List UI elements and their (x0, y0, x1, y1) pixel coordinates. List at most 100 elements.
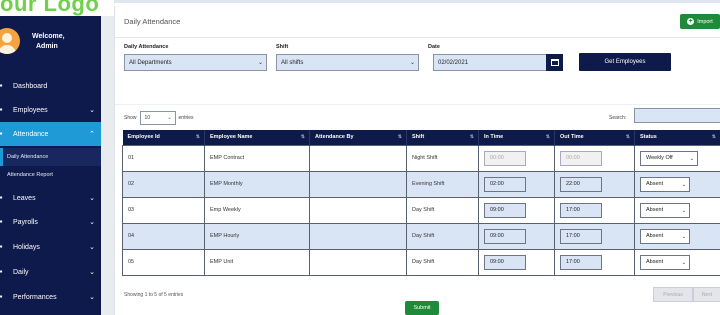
sidebar-item-daily[interactable]: ▪ Daily ⌄ (0, 260, 101, 284)
import-label: Import (697, 18, 713, 25)
table-row: 02 EMP Monthly Evening Shift 02:00 22:00… (122, 170, 720, 198)
submit-button[interactable]: Submit (405, 301, 439, 315)
sidebar-item-employees[interactable]: ▪ Employees ⌄ (0, 98, 101, 122)
in-time-cell: 09:00 (478, 222, 555, 250)
table-header-row: Employee Id ⇅ Employee Name ⇅ Attendance B… (122, 130, 720, 145)
pagination: Previous Next (653, 287, 720, 302)
department-select[interactable]: All Departments ⌄ (124, 54, 267, 71)
page-length-control: Show 10 ⌄ entries (124, 111, 194, 125)
leaves-icon: ▪ (0, 193, 3, 202)
sort-icon: ⇅ (469, 134, 474, 140)
page-length-select[interactable]: 10 ⌄ (139, 111, 176, 125)
sort-icon: ⇅ (711, 134, 716, 140)
daily-icon: ▪ (0, 267, 3, 276)
out-time-input[interactable]: 17:00 (560, 228, 602, 244)
out-time-cell: 00:00 (554, 144, 635, 172)
department-label: Daily Attendance (124, 44, 169, 50)
chevron-down-icon: ⌄ (681, 259, 686, 266)
attendance-icon: ▪ (0, 129, 3, 138)
divider (115, 104, 720, 105)
welcome-text: Welcome, (32, 33, 65, 40)
chevron-down-icon: ⌄ (681, 233, 686, 240)
sidebar-item-leaves[interactable]: ▪ Leaves ⌄ (0, 186, 101, 210)
out-time-input[interactable]: 22:00 (560, 176, 602, 192)
previous-button[interactable]: Previous (653, 287, 693, 302)
get-employees-button[interactable]: Get Employees (579, 53, 671, 71)
employee-name-cell: EMP Contract (204, 144, 310, 172)
chevron-down-icon: ⌄ (167, 115, 172, 121)
status-select[interactable]: Absent ⌄ (640, 176, 690, 192)
sidebar-item-performances[interactable]: ▪ Performances ⌄ (0, 285, 101, 309)
employee-id-cell: 03 (122, 196, 205, 224)
in-time-input[interactable]: 09:00 (484, 202, 526, 218)
page-title: Daily Attendance (124, 17, 181, 26)
subitem-label: Attendance Report (7, 172, 53, 178)
sidebar-item-label: Holidays (13, 243, 40, 251)
out-time-cell: 17:00 (554, 222, 635, 250)
sidebar-item-attendance[interactable]: ▪ Attendance ⌃ (0, 122, 101, 146)
status-cell: Absent ⌄ (634, 196, 720, 224)
in-time-input[interactable]: 09:00 (484, 228, 526, 244)
sidebar-item-dashboard[interactable]: ▪ Dashboard (0, 74, 101, 98)
shift-cell: Evening Shift (406, 170, 479, 198)
subitem-attendance-report[interactable]: Attendance Report (0, 166, 101, 184)
sidebar-item-holidays[interactable]: ▪ Holidays ⌄ (0, 235, 101, 259)
status-select[interactable]: Absent ⌄ (640, 228, 690, 244)
status-select[interactable]: Absent ⌄ (640, 202, 690, 218)
employee-name-cell: Emp Weekly (204, 196, 310, 224)
column-header-attendance-by[interactable]: Attendance By ⇅ (309, 130, 407, 145)
user-name: Admin (36, 43, 58, 50)
sort-icon: ⇅ (195, 134, 200, 140)
avatar[interactable] (0, 28, 20, 54)
employee-name-cell: EMP Hourly (204, 222, 310, 250)
out-time-cell: 17:00 (554, 196, 635, 224)
column-header-employee-id[interactable]: Employee Id ⇅ (122, 130, 205, 145)
employee-id-cell: 01 (122, 144, 205, 172)
chevron-up-icon: ⌃ (89, 131, 95, 138)
sort-icon: ⇅ (545, 134, 550, 140)
employee-id-cell: 02 (122, 170, 205, 198)
search-input[interactable] (634, 108, 720, 123)
status-value: Absent (646, 233, 664, 239)
chevron-down-icon: ⌄ (89, 107, 95, 114)
chevron-down-icon: ⌄ (89, 269, 95, 276)
sidebar-item-label: Dashboard (13, 82, 48, 90)
date-input[interactable]: 02/02/2021 (433, 54, 547, 71)
import-button[interactable]: + Import (680, 14, 720, 29)
column-header-shift[interactable]: Shift ⇅ (406, 130, 479, 145)
column-header-status[interactable]: Status ⇅ (634, 130, 720, 145)
sidebar-item-label: Employees (13, 106, 48, 114)
next-button[interactable]: Next (693, 287, 720, 302)
status-select[interactable]: Absent ⌄ (640, 254, 690, 270)
column-header-in-time[interactable]: In Time ⇅ (478, 130, 555, 145)
table-row: 05 EMP Unit Day Shift 09:00 17:00 Absent… (122, 248, 720, 276)
out-time-input[interactable]: 17:00 (560, 202, 602, 218)
attendance-table: Employee Id ⇅ Employee Name ⇅ Attendance B… (122, 130, 720, 276)
sort-icon: ⇅ (300, 134, 305, 140)
chevron-down-icon: ⌄ (89, 294, 95, 301)
logo[interactable]: our Logo (0, 0, 99, 17)
chevron-down-icon: ⌄ (681, 207, 686, 214)
status-select[interactable]: Weekly Off ⌄ (640, 150, 698, 166)
sidebar-item-label: Performances (13, 293, 57, 301)
table-info: Showing 1 to 5 of 5 entries (124, 292, 184, 298)
column-header-out-time[interactable]: Out Time ⇅ (554, 130, 635, 145)
employee-name-cell: EMP Monthly (204, 170, 310, 198)
shift-value: All shifts (281, 59, 304, 66)
in-time-input[interactable]: 09:00 (484, 254, 526, 270)
subitem-daily-attendance[interactable]: Daily Attendance (0, 148, 101, 166)
employee-id-cell: 05 (122, 248, 205, 276)
out-time-cell: 22:00 (554, 170, 635, 198)
plus-icon: + (687, 18, 695, 25)
subitem-label: Daily Attendance (7, 154, 49, 160)
sidebar-item-payrolls[interactable]: ▪ Payrolls ⌄ (0, 210, 101, 234)
column-header-employee-name[interactable]: Employee Name ⇅ (204, 130, 310, 145)
active-indicator (0, 148, 3, 166)
calendar-button[interactable] (546, 54, 563, 71)
dashboard-icon: ▪ (0, 81, 3, 90)
out-time-input[interactable]: 17:00 (560, 254, 602, 270)
status-value: Weekly Off (646, 155, 673, 161)
chevron-down-icon: ⌄ (89, 195, 95, 202)
shift-select[interactable]: All shifts ⌄ (276, 54, 419, 71)
in-time-input[interactable]: 02:00 (484, 176, 526, 192)
